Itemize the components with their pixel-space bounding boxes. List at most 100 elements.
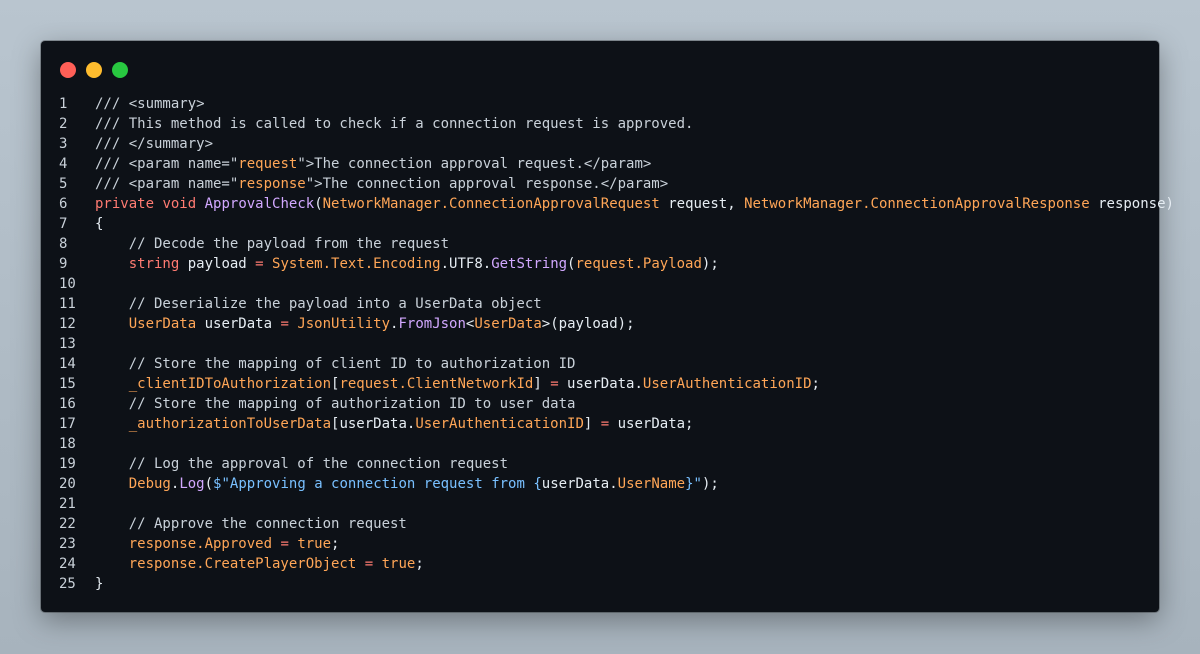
code-token: private xyxy=(95,196,155,212)
line-source: // Log the approval of the connection re… xyxy=(95,454,508,474)
code-token: FromJson xyxy=(398,316,466,332)
code-token: Log xyxy=(179,476,205,492)
code-token: string xyxy=(128,256,180,272)
code-token: ; xyxy=(811,376,820,392)
line-source: response.CreatePlayerObject = true; xyxy=(95,554,424,574)
code-token: ApprovalCheck xyxy=(204,196,315,212)
code-line: 22 // Approve the connection request xyxy=(41,514,1159,534)
code-token: ; xyxy=(331,536,340,552)
code-token: $"Approving a connection request from { xyxy=(213,476,542,492)
code-line: 18 xyxy=(41,434,1159,454)
code-token: // Deserialize the payload into a UserDa… xyxy=(95,296,542,312)
code-token: UserData xyxy=(128,316,197,332)
line-source: _authorizationToUserData[userData.UserAu… xyxy=(95,414,694,434)
minimize-window-button[interactable] xyxy=(86,62,102,78)
line-number: 21 xyxy=(59,496,76,512)
code-token: ( xyxy=(204,476,214,492)
code-line: 8 // Decode the payload from the request xyxy=(41,234,1159,254)
code-token: _clientIDToAuthorization xyxy=(128,376,332,392)
line-number: 13 xyxy=(59,336,76,352)
code-token: JsonUtility xyxy=(297,316,391,332)
line-number: 14 xyxy=(59,356,76,372)
code-token: = xyxy=(280,316,289,332)
code-token: request, xyxy=(659,196,745,212)
line-number: 3 xyxy=(59,136,68,152)
line-number: 16 xyxy=(59,396,76,412)
window-titlebar xyxy=(41,41,1159,99)
line-number: 20 xyxy=(59,476,76,492)
code-line: 3 /// </summary> xyxy=(41,134,1159,154)
code-token: NetworkManager.ConnectionApprovalRespons… xyxy=(744,196,1090,212)
code-token: = xyxy=(364,556,374,572)
code-token: response.Approved xyxy=(128,536,273,552)
line-source: /// </summary> xyxy=(95,134,213,154)
line-source: /// <param name="response">The connectio… xyxy=(95,174,668,194)
code-line: 21 xyxy=(41,494,1159,514)
line-source: /// This method is called to check if a … xyxy=(95,114,693,134)
line-number: 11 xyxy=(59,296,76,312)
code-token: userData; xyxy=(609,416,694,432)
line-number: 23 xyxy=(59,536,76,552)
maximize-window-button[interactable] xyxy=(112,62,128,78)
line-source: _clientIDToAuthorization[request.ClientN… xyxy=(95,374,820,394)
code-token: true xyxy=(381,556,416,572)
line-source: /// <param name="request">The connection… xyxy=(95,154,651,174)
code-token: /// </summary> xyxy=(95,136,214,152)
line-source: } xyxy=(95,574,103,594)
line-number: 9 xyxy=(59,256,68,272)
line-number: 5 xyxy=(59,176,68,192)
code-line: 19 // Log the approval of the connection… xyxy=(41,454,1159,474)
code-token: ( xyxy=(314,196,323,212)
code-token: }" xyxy=(685,476,702,492)
code-line: 16 // Store the mapping of authorization… xyxy=(41,394,1159,414)
close-window-button[interactable] xyxy=(60,62,76,78)
code-token: request xyxy=(238,156,298,172)
code-line: 10 xyxy=(41,274,1159,294)
code-token: UserData xyxy=(474,316,542,332)
line-number: 7 xyxy=(59,216,68,232)
code-token: Debug xyxy=(128,476,171,492)
code-token: ; xyxy=(415,556,424,572)
code-token: _authorizationToUserData xyxy=(128,416,332,432)
code-token: userData. xyxy=(541,476,618,492)
code-token: // Approve the connection request xyxy=(95,516,407,532)
code-line: 23 response.Approved = true; xyxy=(41,534,1159,554)
code-line: 6 private void ApprovalCheck(NetworkManag… xyxy=(41,194,1174,214)
code-token: ">The connection approval response.</par… xyxy=(305,176,669,192)
line-number: 8 xyxy=(59,236,68,252)
code-line: 13 xyxy=(41,334,1159,354)
line-number: 19 xyxy=(59,456,76,472)
code-token: // Log the approval of the connection re… xyxy=(95,456,509,472)
line-source: // Store the mapping of authorization ID… xyxy=(95,394,576,414)
code-token: /// This method is called to check if a … xyxy=(95,116,694,132)
code-token: NetworkManager.ConnectionApprovalRequest xyxy=(322,196,660,212)
code-line: 4 /// <param name="request">The connectio… xyxy=(41,154,1159,174)
line-source: // Deserialize the payload into a UserDa… xyxy=(95,294,542,314)
line-number: 25 xyxy=(59,576,76,592)
line-source: response.Approved = true; xyxy=(95,534,340,554)
code-token: userData. xyxy=(558,376,643,392)
code-token: = xyxy=(280,536,289,552)
code-line: 1 /// <summary> xyxy=(41,94,1159,114)
code-line: 17 _authorizationToUserData[userData.Use… xyxy=(41,414,1159,434)
code-token: request.Payload xyxy=(575,256,702,272)
line-number: 24 xyxy=(59,556,76,572)
line-source: /// <summary> xyxy=(95,94,205,114)
code-token: response) xyxy=(1089,196,1174,212)
line-source: private void ApprovalCheck(NetworkManage… xyxy=(95,194,1174,214)
code-line: 11 // Deserialize the payload into a Use… xyxy=(41,294,1159,314)
code-token: response xyxy=(238,176,306,192)
code-token: UserName xyxy=(617,476,686,492)
code-token: response.CreatePlayerObject xyxy=(128,556,357,572)
code-token: void xyxy=(162,196,197,212)
code-token: UserAuthenticationID xyxy=(415,416,584,432)
code-line: 15 _clientIDToAuthorization[request.Clie… xyxy=(41,374,1159,394)
